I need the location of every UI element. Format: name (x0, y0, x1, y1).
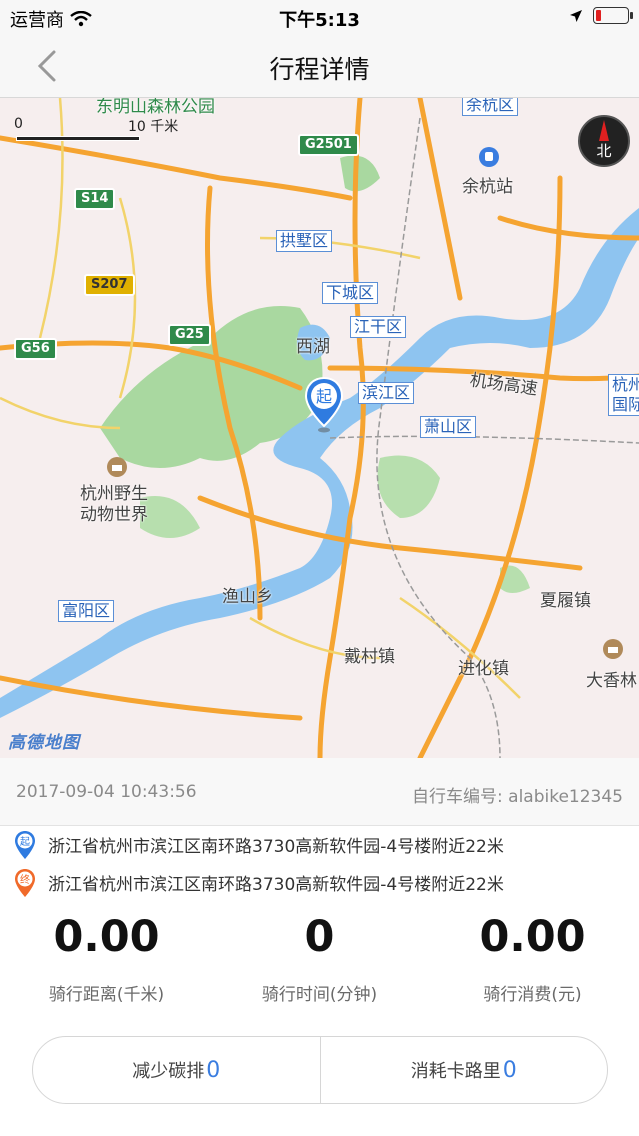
place-label: 戴村镇 (344, 647, 395, 667)
road-badge: G2501 (298, 134, 359, 156)
page-bottom (0, 1104, 639, 1136)
scale-bar (16, 136, 140, 141)
district-label: 余杭区 (462, 98, 519, 116)
time-stat: 0 骑行时间(分钟) (213, 912, 426, 1005)
place-label: 杭州野生动物世界 (80, 484, 148, 525)
district-label: 江干区 (350, 316, 407, 338)
compass-label: 北 (596, 142, 611, 160)
carbon-value: 0 (206, 1057, 221, 1083)
road-badge: S14 (74, 188, 116, 210)
road-badge: G25 (168, 324, 211, 346)
cost-label: 骑行消费(元) (483, 985, 582, 1005)
place-label: 余杭站 (462, 177, 513, 197)
train-station-icon (479, 147, 499, 167)
map-scale: 0 10 千米 (14, 116, 214, 146)
start-marker-icon[interactable]: 起 (304, 376, 344, 434)
start-address-row: 起 浙江省杭州市滨江区南环路3730高新软件园-4号楼附近22米 (0, 826, 639, 864)
status-right (569, 7, 633, 24)
bike-id: 自行车编号: alabike12345 (412, 787, 623, 807)
start-pin-icon: 起 (15, 831, 35, 859)
map-view[interactable]: 0 10 千米 北 G2501 S14 S207 G25 G56 余杭区 拱墅区… (0, 98, 639, 758)
eco-panel: 减少碳排 0 消耗卡路里 0 (32, 1036, 608, 1104)
district-label: 萧山区 (420, 416, 477, 438)
battery-fill (596, 10, 601, 21)
district-label: 滨江区 (358, 382, 415, 404)
district-label: 杭州国际 (608, 374, 639, 416)
status-time: 下午5:13 (279, 10, 360, 31)
compass-icon[interactable]: 北 (577, 114, 631, 168)
place-label: 夏履镇 (540, 591, 591, 611)
district-label: 富阳区 (58, 600, 115, 622)
road-badge: G56 (14, 338, 57, 360)
map-logo: 高德地图 (8, 733, 80, 753)
page-title: 行程详情 (269, 55, 370, 84)
nav-bar: 行程详情 (0, 34, 639, 98)
location-arrow-icon (570, 9, 582, 22)
road-badge: S207 (84, 274, 135, 296)
district-label: 下城区 (322, 282, 379, 304)
battery-icon (593, 7, 633, 24)
place-label: 西湖 (296, 337, 330, 357)
distance-value: 0.00 (53, 912, 160, 962)
distance-stat: 0.00 骑行距离(千米) (0, 912, 213, 1005)
end-pin-badge: 终 (20, 873, 30, 886)
calorie-label: 消耗卡路里 (410, 1061, 501, 1082)
distance-label: 骑行距离(千米) (48, 985, 165, 1005)
time-label: 骑行时间(分钟) (261, 985, 378, 1005)
end-address-row: 终 浙江省杭州市滨江区南环路3730高新软件园-4号楼附近22米 (0, 864, 639, 902)
trip-info-row: 2017-09-04 10:43:56 自行车编号: alabike12345 (0, 758, 639, 826)
place-label: 渔山乡 (222, 587, 273, 607)
scale-zero: 0 (14, 116, 23, 132)
district-label: 拱墅区 (276, 230, 333, 252)
start-address: 浙江省杭州市滨江区南环路3730高新软件园-4号楼附近22米 (48, 837, 504, 857)
place-label: 进化镇 (458, 659, 509, 679)
zoo-icon (107, 457, 127, 477)
time-value: 0 (304, 912, 335, 962)
cost-stat: 0.00 骑行消费(元) (426, 912, 639, 1005)
carbon-cell: 减少碳排 0 (33, 1037, 320, 1103)
scale-ten: 10 千米 (128, 119, 179, 135)
status-bar: 运营商 下午5:13 (0, 0, 639, 34)
calorie-cell: 消耗卡路里 0 (321, 1037, 608, 1103)
place-label: 大香林 (586, 671, 637, 691)
end-address: 浙江省杭州市滨江区南环路3730高新软件园-4号楼附近22米 (48, 875, 504, 895)
carbon-label: 减少碳排 (132, 1061, 205, 1082)
scenic-icon (603, 639, 623, 659)
end-pin-icon: 终 (15, 869, 35, 897)
calorie-value: 0 (502, 1057, 517, 1083)
start-pin-badge: 起 (20, 836, 30, 848)
cost-value: 0.00 (479, 912, 586, 962)
trip-datetime: 2017-09-04 10:43:56 (16, 782, 197, 802)
ride-stats: 0.00 骑行距离(千米) 0 骑行时间(分钟) 0.00 骑行消费(元) (0, 900, 639, 1030)
place-label: 东明山森林公园 (96, 98, 215, 117)
start-marker-label: 起 (316, 387, 332, 406)
